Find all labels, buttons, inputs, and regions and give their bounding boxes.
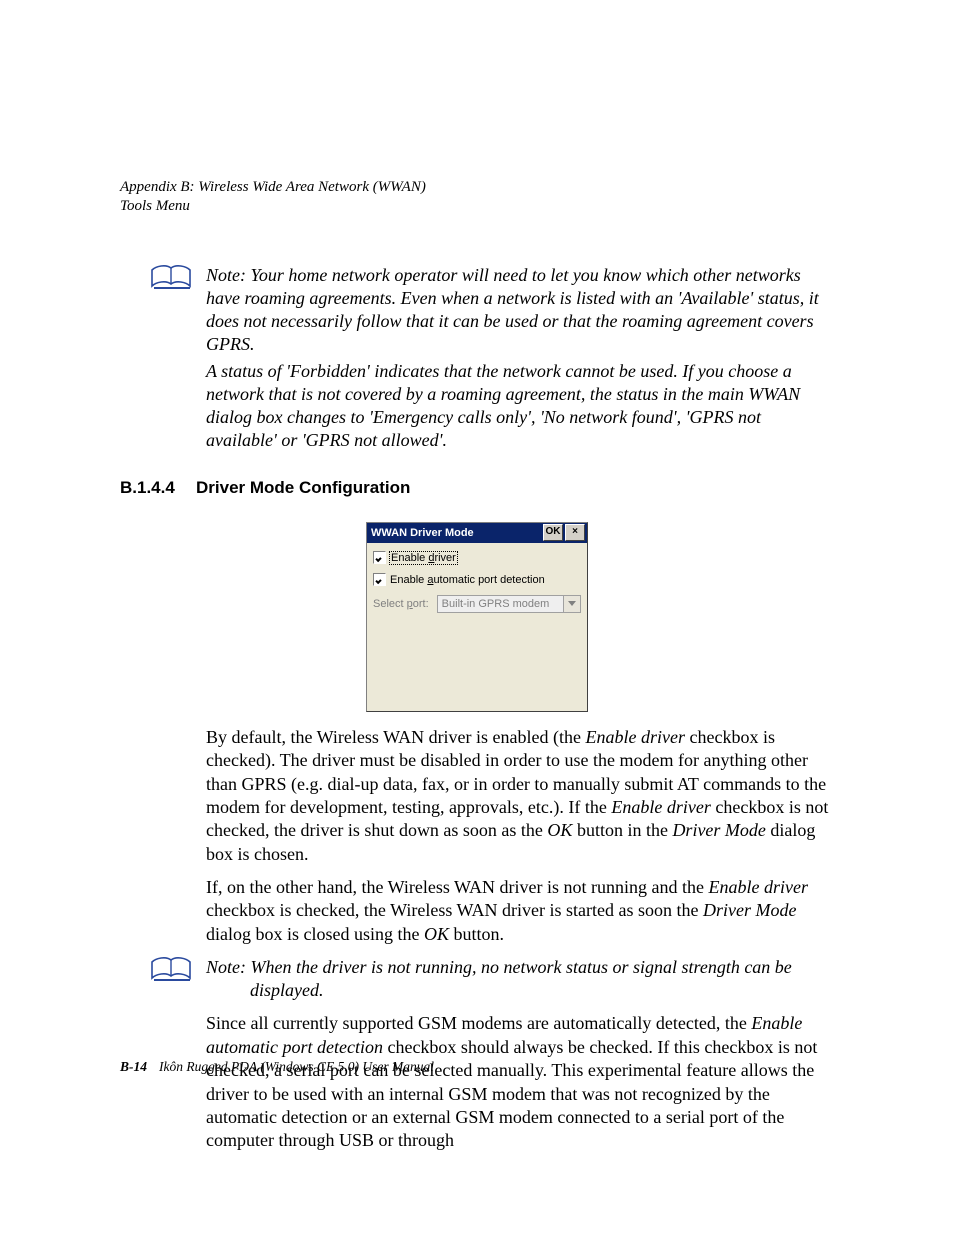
page-number: B-14 bbox=[120, 1059, 147, 1074]
note-2: Note: When the driver is not running, no… bbox=[120, 956, 834, 1002]
book-title: Ikôn Rugged PDA (Windows CE 5.0) User Ma… bbox=[159, 1059, 434, 1074]
select-port-row: Select port: Built-in GPRS modem bbox=[373, 595, 581, 613]
note-label: Note: bbox=[206, 265, 246, 285]
select-port-dropdown[interactable]: Built-in GPRS modem bbox=[437, 595, 581, 613]
enable-auto-port-row[interactable]: Enable automatic port detection bbox=[373, 571, 581, 589]
enable-driver-checkbox[interactable] bbox=[373, 551, 386, 564]
note-1-text: Note: Your home network operator will ne… bbox=[206, 264, 834, 452]
enable-driver-label: Enable driver bbox=[390, 552, 457, 564]
select-port-label: Select port: bbox=[373, 598, 429, 610]
para-2: If, on the other hand, the Wireless WAN … bbox=[206, 876, 834, 946]
page-footer: B-14 Ikôn Rugged PDA (Windows CE 5.0) Use… bbox=[120, 1059, 434, 1075]
section-title: Driver Mode Configuration bbox=[196, 478, 410, 497]
note-label: Note: bbox=[206, 957, 246, 977]
note-2-body: When the driver is not running, no netwo… bbox=[246, 957, 792, 1000]
dialog-container: WWAN Driver Mode OK × Enable driver Enab… bbox=[120, 522, 834, 712]
note-2-text: Note: When the driver is not running, no… bbox=[206, 956, 834, 1002]
enable-auto-port-label: Enable automatic port detection bbox=[390, 574, 545, 586]
dialog-titlebar: WWAN Driver Mode OK × bbox=[367, 523, 587, 543]
enable-auto-port-checkbox[interactable] bbox=[373, 573, 386, 586]
note-1: Note: Your home network operator will ne… bbox=[120, 264, 834, 452]
page: Appendix B: Wireless Wide Area Network (… bbox=[0, 0, 954, 1235]
para-1: By default, the Wireless WAN driver is e… bbox=[206, 726, 834, 866]
select-port-value: Built-in GPRS modem bbox=[442, 598, 550, 610]
dialog-body: Enable driver Enable automatic port dete… bbox=[367, 543, 587, 619]
section-heading: B.1.4.4Driver Mode Configuration bbox=[120, 478, 834, 498]
header-line2: Tools Menu bbox=[120, 197, 834, 216]
dialog-title: WWAN Driver Mode bbox=[371, 527, 541, 539]
ok-button[interactable]: OK bbox=[543, 524, 563, 541]
para-3: Since all currently supported GSM modems… bbox=[206, 1012, 834, 1152]
close-button[interactable]: × bbox=[565, 524, 585, 541]
running-header: Appendix B: Wireless Wide Area Network (… bbox=[120, 178, 834, 216]
book-icon bbox=[150, 264, 194, 292]
header-line1: Appendix B: Wireless Wide Area Network (… bbox=[120, 179, 426, 195]
wwan-driver-mode-dialog: WWAN Driver Mode OK × Enable driver Enab… bbox=[366, 522, 588, 712]
book-icon bbox=[150, 956, 194, 984]
section-number: B.1.4.4 bbox=[120, 478, 196, 498]
chevron-down-icon bbox=[563, 596, 580, 612]
note-1-p1: Your home network operator will need to … bbox=[206, 265, 819, 354]
note-1-p2: A status of 'Forbidden' indicates that t… bbox=[206, 360, 834, 452]
enable-driver-row[interactable]: Enable driver bbox=[373, 549, 581, 567]
